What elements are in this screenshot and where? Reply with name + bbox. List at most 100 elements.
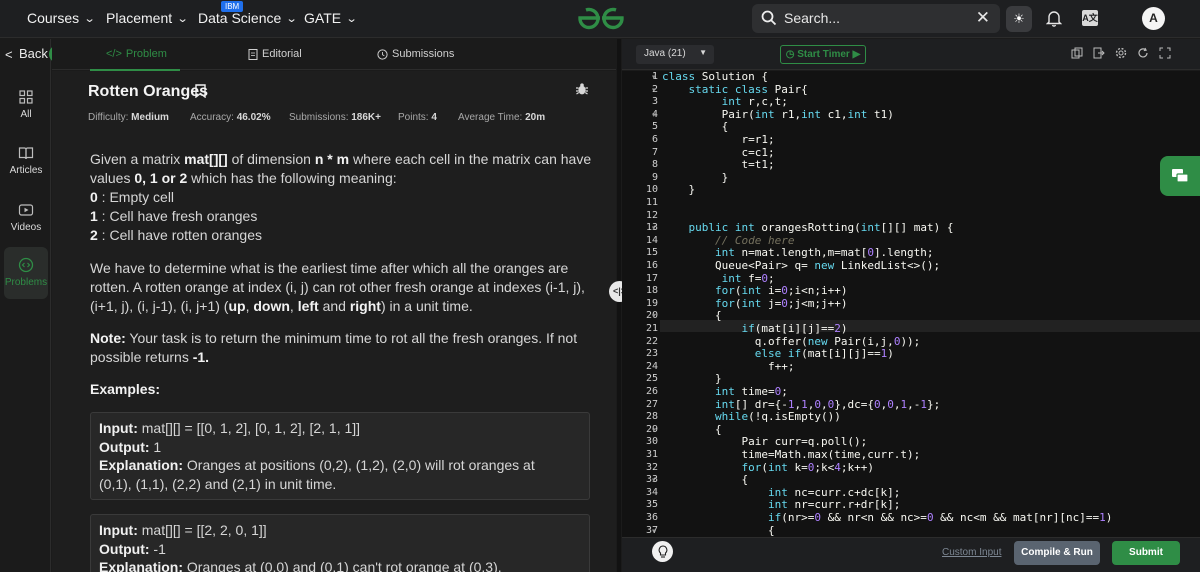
code-line[interactable]: int nc=curr.c+dc[k];: [662, 486, 900, 499]
code-line[interactable]: if(mat[i][j]==2): [662, 322, 847, 335]
code-line[interactable]: }: [662, 171, 729, 184]
code-line[interactable]: class Solution {: [662, 71, 768, 83]
code-line[interactable]: for(int k=0;k<4;k++): [662, 461, 874, 474]
clock-icon: [377, 48, 388, 60]
code-line[interactable]: {: [662, 120, 729, 133]
examples-heading: Examples:: [90, 381, 161, 397]
tab-problem[interactable]: </> Problem: [106, 48, 167, 60]
code-line[interactable]: q.offer(new Pair(i,j,0));: [662, 335, 921, 348]
code-line[interactable]: while(!q.isEmpty()): [662, 410, 841, 423]
code-line[interactable]: int time=0;: [662, 385, 788, 398]
code-line[interactable]: public int orangesRotting(int[][] mat) {: [662, 221, 954, 234]
code-line[interactable]: t=t1;: [662, 158, 774, 171]
nav-courses[interactable]: Courses ⌄: [27, 10, 96, 26]
nav-gate[interactable]: GATE ⌄: [304, 10, 358, 26]
code-line[interactable]: f++;: [662, 360, 795, 373]
code-line[interactable]: int f=0;: [662, 272, 775, 285]
meta-value: Medium: [131, 112, 169, 123]
copy-icon[interactable]: [1071, 47, 1083, 59]
code-line[interactable]: if(nr>=0 && nr<n && nc>=0 && nc<m && mat…: [662, 511, 1112, 524]
code-line[interactable]: int n=mat.length,m=mat[0].length;: [662, 246, 934, 259]
line-number: 8: [651, 159, 658, 171]
code-line[interactable]: {: [662, 309, 722, 322]
code-editor[interactable]: 1 ▾ 2 ▾ 3 4 ▾ 5 6 7 8 9 10 11 12 13 ▾ 14 15 16 17 18 19 20 ▾ 21 22…: [622, 71, 1200, 537]
custom-input-link[interactable]: Custom Input: [942, 547, 1001, 558]
search-input[interactable]: [784, 8, 964, 28]
chevron-left-icon: <: [5, 47, 13, 62]
translate-icon[interactable]: A文: [1082, 10, 1098, 26]
code-line[interactable]: time=Math.max(time,curr.t);: [662, 448, 920, 461]
fold-arrow-icon[interactable]: ▾: [652, 312, 656, 320]
pane-divider[interactable]: [617, 39, 621, 572]
line-number: 34: [645, 486, 658, 498]
meta-label: Difficulty:: [88, 112, 129, 123]
editor-footer: Custom Input Compile & Run Submit: [622, 537, 1200, 572]
code-line[interactable]: {: [662, 423, 722, 436]
line-number: 27: [645, 398, 658, 410]
sidebar-item-all[interactable]: All: [4, 89, 48, 125]
line-number: 6: [651, 134, 658, 145]
sidebar-item-articles[interactable]: Articles: [4, 145, 48, 181]
reset-icon[interactable]: [1137, 47, 1149, 59]
code-line[interactable]: {: [662, 473, 748, 486]
gfg-logo-icon[interactable]: [576, 4, 626, 32]
sidebar-item-label: Videos: [10, 222, 42, 233]
code-line[interactable]: int r,c,t;: [662, 95, 788, 108]
bookmark-icon[interactable]: [195, 84, 206, 98]
fold-arrow-icon[interactable]: ▾: [652, 73, 656, 81]
sidebar-item-videos[interactable]: Videos: [4, 202, 48, 238]
code-line[interactable]: for(int i=0;i<n;i++): [662, 284, 847, 297]
play-icon: ▶: [852, 49, 861, 60]
export-icon[interactable]: [1093, 47, 1105, 59]
code-line[interactable]: else if(mat[i][j]==1): [662, 347, 894, 360]
avatar[interactable]: A: [1142, 7, 1165, 30]
meta-value: 20m: [525, 112, 546, 123]
nav-placement[interactable]: Placement ⌄: [106, 10, 189, 26]
bug-icon[interactable]: [575, 82, 589, 96]
code-line[interactable]: r=r1;: [662, 133, 774, 146]
code-line[interactable]: }: [662, 372, 722, 385]
code-line[interactable]: static class Pair{: [662, 83, 808, 96]
problem-pane: Rotten Oranges Difficulty: Medium Accura…: [52, 71, 616, 572]
example-output: Output: 1: [99, 438, 162, 455]
tab-submissions[interactable]: Submissions: [377, 48, 454, 60]
theme-toggle-button[interactable]: ☀: [1006, 6, 1032, 32]
meta-submissions: Submissions: 186K+: [289, 112, 381, 123]
fold-arrow-icon[interactable]: ▾: [652, 224, 656, 232]
code-line[interactable]: int[] dr={-1,1,0,0},dc={0,0,1,-1};: [662, 398, 940, 411]
code-line[interactable]: for(int j=0;j<m;j++): [662, 297, 847, 310]
search-box[interactable]: ✕: [752, 4, 1000, 33]
code-line[interactable]: // Code here: [662, 234, 794, 247]
tab-editorial[interactable]: Editorial: [248, 48, 302, 60]
close-icon[interactable]: ✕: [976, 8, 990, 28]
nav-data-science[interactable]: Data Science ⌄: [198, 10, 298, 26]
fold-arrow-icon[interactable]: ▾: [652, 527, 656, 535]
timer-label: Start Timer: [797, 49, 850, 60]
fullscreen-icon[interactable]: [1159, 47, 1171, 59]
bell-icon[interactable]: [1046, 9, 1062, 27]
fold-arrow-icon[interactable]: ▾: [652, 86, 656, 94]
code-line[interactable]: int nr=curr.r+dr[k];: [662, 498, 900, 511]
line-number: 10: [645, 184, 658, 196]
submit-button[interactable]: Submit: [1112, 541, 1180, 565]
fold-arrow-icon[interactable]: ▾: [652, 111, 656, 119]
fold-arrow-icon[interactable]: ▾: [652, 426, 656, 434]
code-line[interactable]: Pair(int r1,int c1,int t1): [662, 108, 894, 121]
gear-icon[interactable]: [1115, 47, 1127, 59]
start-timer-button[interactable]: ◷ Start Timer ▶: [780, 45, 866, 64]
example-input: Input: mat[][] = [[2, 2, 0, 1]]: [99, 522, 267, 538]
hint-button[interactable]: [652, 541, 673, 562]
line-number: 24: [645, 360, 658, 372]
language-select[interactable]: Java (21) ▼: [636, 45, 714, 64]
code-line[interactable]: {: [662, 524, 775, 537]
sidebar-item-problems[interactable]: Problems: [4, 247, 48, 299]
code-line[interactable]: c=c1;: [662, 146, 774, 159]
nav-courses-label: Courses: [27, 10, 80, 26]
code-line[interactable]: Pair curr=q.poll();: [662, 435, 867, 448]
code-line[interactable]: }: [662, 183, 695, 196]
compile-run-button[interactable]: Compile & Run: [1014, 541, 1100, 565]
meta-average-time: Average Time: 20m: [458, 112, 545, 123]
fold-arrow-icon[interactable]: ▾: [652, 476, 656, 484]
chat-button[interactable]: [1160, 156, 1200, 196]
code-line[interactable]: Queue<Pair> q= new LinkedList<>();: [662, 259, 940, 272]
